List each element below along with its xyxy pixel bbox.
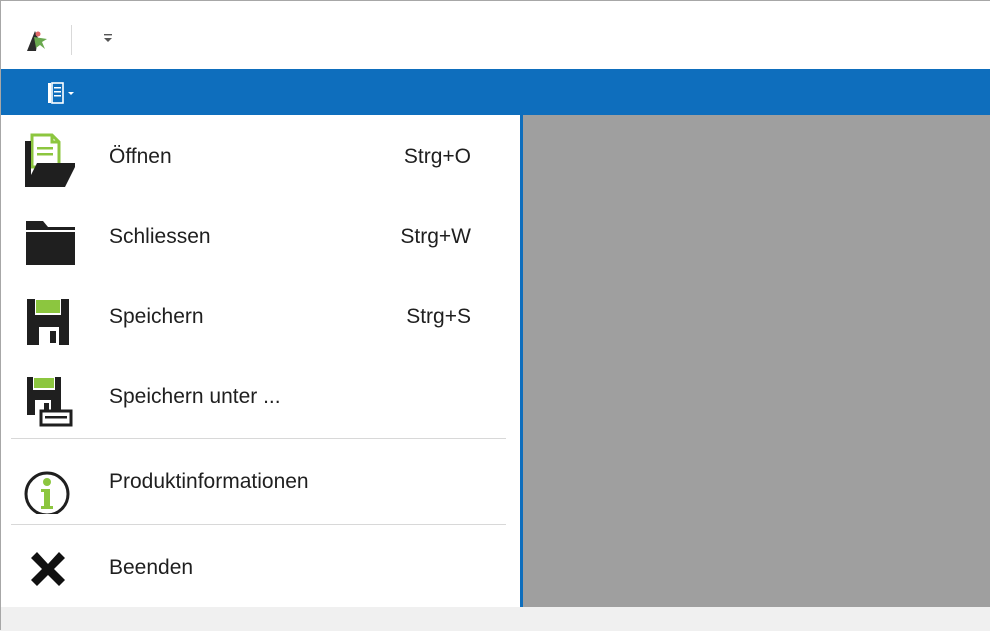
save-icon — [15, 289, 75, 349]
exit-icon — [15, 540, 75, 600]
quick-access-toolbar — [1, 1, 990, 69]
menu-item-shortcut: Strg+O — [403, 145, 471, 168]
menu-item-label: Speichern unter ... — [109, 385, 281, 408]
menu-item-label: Schliessen — [109, 225, 211, 248]
menu-item-exit[interactable]: Beenden — [1, 528, 506, 608]
menu-item-label: Beenden — [109, 556, 194, 579]
save-as-icon — [15, 369, 75, 429]
main-content-area — [523, 115, 990, 607]
ribbon-bar — [1, 69, 990, 115]
application-window: Öffnen Strg+O Schliessen Strg+W Speicher… — [0, 0, 990, 631]
file-menu-button[interactable] — [41, 79, 87, 107]
menu-item-open[interactable]: Öffnen Strg+O — [1, 117, 506, 197]
menu-item-save[interactable]: Speichern Strg+S — [1, 277, 506, 357]
info-icon — [15, 454, 75, 517]
menu-item-product-info[interactable]: Produktinformationen — [1, 442, 506, 522]
closed-folder-icon — [15, 209, 75, 269]
file-menu-icon — [41, 82, 87, 111]
menu-item-label: Speichern — [109, 305, 204, 328]
menu-item-shortcut: Strg+W — [400, 225, 471, 248]
menu-item-shortcut: Strg+S — [406, 305, 471, 328]
menu-divider — [11, 438, 506, 439]
backstage-menu: Öffnen Strg+O Schliessen Strg+W Speicher… — [1, 115, 523, 607]
menu-item-save-as[interactable]: Speichern unter ... — [1, 357, 506, 437]
menu-divider — [11, 524, 506, 525]
menu-item-label: Öffnen — [109, 145, 172, 168]
toolbar-separator — [71, 25, 72, 55]
menu-item-close[interactable]: Schliessen Strg+W — [1, 197, 506, 277]
open-folder-icon — [15, 129, 77, 189]
status-bar — [1, 607, 990, 631]
customize-quick-access-icon[interactable] — [101, 31, 115, 45]
menu-item-label: Produktinformationen — [109, 470, 309, 493]
app-icon[interactable] — [23, 27, 51, 55]
